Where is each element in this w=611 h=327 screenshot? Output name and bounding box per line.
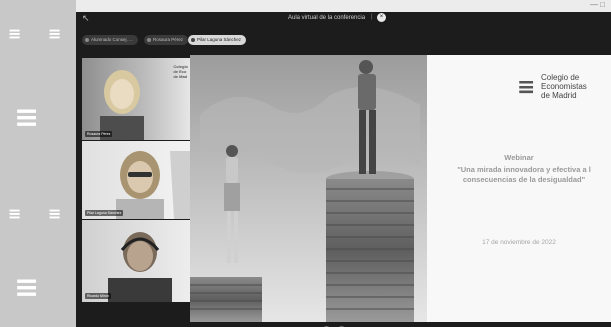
title-bar: ↖ Aula virtual de la conferencia | × (76, 12, 611, 26)
window-controls: — □ (589, 0, 605, 9)
title-separator: | (371, 14, 373, 20)
wall-logo-icon: ≡ (14, 270, 40, 305)
video-name-label: Pilar Laguna Sánchez (85, 210, 124, 216)
video-tile[interactable]: Colegio de Eco de Mad Rosaura Pérez (82, 58, 190, 140)
webinar-subtitle: "Una mirada innovadora y efectiva a l co… (457, 165, 591, 184)
participant-chip-active[interactable]: Pilar Laguna Sánchez (188, 35, 247, 45)
wall-logo-icon: ≡ (48, 24, 62, 43)
participant-chip[interactable]: Alumnado Consej. ... (82, 35, 138, 45)
college-name: Colegio de Economistas de Madrid (541, 73, 587, 100)
media-controls (322, 322, 352, 327)
video-name-label: Rosaura Pérez (85, 131, 113, 137)
webinar-label: Webinar (504, 153, 534, 162)
back-arrow-icon[interactable]: ↖ (82, 13, 90, 24)
webinar-date: 17 de noviembre de 2022 (482, 239, 556, 246)
monitor-top-strip: — □ (76, 0, 611, 12)
video-tile[interactable]: Pilar Laguna Sánchez (82, 141, 190, 219)
participant-video-image (116, 151, 190, 219)
video-name-label: Ricardo Mirón (85, 293, 111, 299)
background-wall: ≡ ≡ ≡ ≡ ≡ ≡ (0, 0, 76, 327)
wall-logo-icon: ≡ (8, 24, 22, 43)
video-tile[interactable]: Ricardo Mirón (82, 220, 190, 302)
slide-illustration (190, 55, 427, 322)
tile-logo: Colegio de Eco de Mad (173, 64, 188, 79)
wall-logo-icon: ≡ (8, 204, 22, 223)
wall-logo-icon: ≡ (14, 100, 40, 135)
presentation-slide: ≡ Colegio de Economistas de Madrid Webin… (190, 55, 611, 322)
conference-app-window: ↖ Aula virtual de la conferencia | × Alu… (76, 12, 611, 327)
slide-text-panel: ≡ Colegio de Economistas de Madrid Webin… (427, 55, 611, 322)
window-title: Aula virtual de la conferencia (288, 15, 366, 21)
close-icon[interactable]: × (377, 13, 386, 22)
college-logo-icon: ≡ (517, 75, 536, 100)
participant-chip[interactable]: Rosaura Pérez (144, 35, 189, 45)
wall-logo-icon: ≡ (48, 204, 62, 223)
participant-video-image (108, 232, 172, 302)
